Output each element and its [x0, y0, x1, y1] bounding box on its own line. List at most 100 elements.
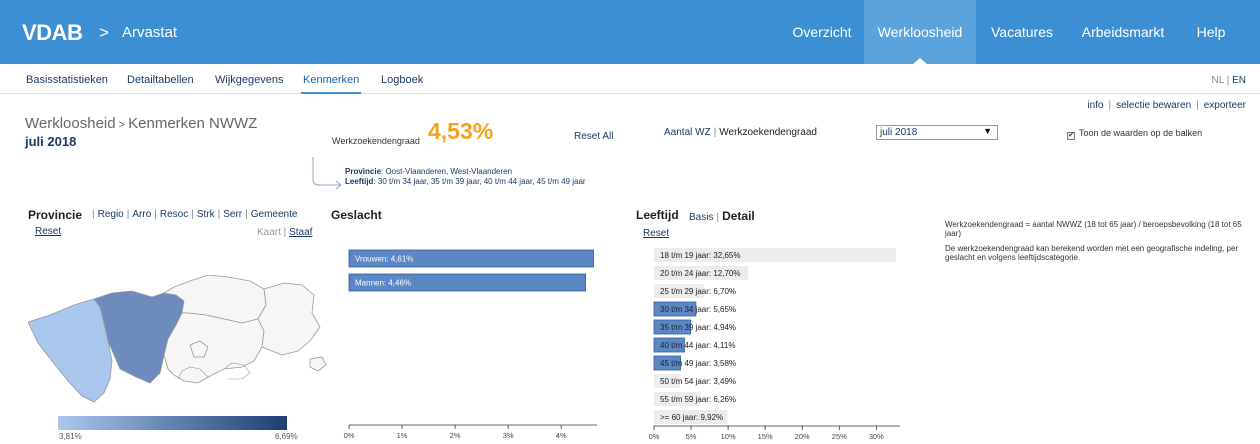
- geo-sep: |: [154, 209, 157, 220]
- kaart-link[interactable]: Kaart: [257, 227, 281, 238]
- link-separator: |: [1108, 100, 1112, 111]
- show-values-option[interactable]: ✔ Toon de waarden op de balken: [1067, 128, 1202, 140]
- leeftijd-basis-link[interactable]: Basis: [689, 212, 713, 223]
- geslacht-title: Geslacht: [331, 208, 382, 222]
- lang-nl[interactable]: NL: [1212, 75, 1224, 86]
- view-toggle: Kaart | Staaf: [257, 227, 312, 238]
- map-limburg[interactable]: [257, 282, 321, 356]
- reset-all-link[interactable]: Reset All: [574, 131, 613, 142]
- provincie-reset-link[interactable]: Reset: [35, 226, 61, 237]
- provincie-title: Provincie: [28, 208, 83, 222]
- page-title: Werkloosheid > Kenmerken NWWZ: [25, 115, 257, 132]
- subnav-basisstatistieken[interactable]: Basisstatistieken: [26, 74, 108, 86]
- nav-overzicht[interactable]: Overzicht: [780, 0, 864, 64]
- link-separator: |: [1196, 100, 1199, 111]
- filter-leeftijd: Leeftijd: 30 t/m 34 jaar, 35 t/m 39 jaar…: [345, 177, 586, 187]
- nav-arbeidsmarkt[interactable]: Arbeidsmarkt: [1068, 0, 1178, 64]
- info-link[interactable]: info: [1087, 100, 1103, 111]
- geo-sep: |: [245, 209, 248, 220]
- x-tick-label: 0%: [649, 432, 660, 440]
- period-select-value: juli 2018: [880, 127, 918, 138]
- staaf-link[interactable]: Staaf: [289, 227, 312, 238]
- leeftijd-title: Leeftijd: [636, 208, 679, 222]
- geo-resoc-link[interactable]: Resoc: [160, 209, 188, 220]
- geo-gemeente-link[interactable]: Gemeente: [251, 209, 298, 220]
- breadcrumb-separator: >: [99, 23, 109, 42]
- nav-werkloosheid-label: Werkloosheid: [877, 24, 963, 40]
- geo-sep: |: [191, 209, 194, 220]
- bar-label-2: 25 t/m 29 jaar: 6,70%: [660, 287, 736, 296]
- map-west-vlaanderen[interactable]: [28, 298, 113, 403]
- flanders-map: [28, 275, 327, 403]
- filter-provincie-value: : Oost-Vlaanderen, West-Vlaanderen: [381, 167, 513, 176]
- nav-werkloosheid[interactable]: Werkloosheid: [864, 0, 976, 65]
- bar-label-5: 40 t/m 44 jaar: 4,11%: [660, 341, 735, 350]
- geo-sep: |: [92, 209, 95, 220]
- show-values-label: Toon de waarden op de balken: [1079, 128, 1203, 138]
- wzg-value: 4,53%: [428, 118, 494, 144]
- filter-provincie-label: Provincie: [345, 167, 382, 176]
- aantal-wz-link[interactable]: Aantal WZ: [664, 127, 711, 138]
- bar-label-9: >= 60 jaar: 9,92%: [660, 413, 723, 422]
- nav-vacatures[interactable]: Vacatures: [976, 0, 1068, 64]
- description: Werkzoekendengraad = aantal NWWZ (18 tot…: [945, 220, 1245, 268]
- leeftijd-reset-link[interactable]: Reset: [643, 228, 669, 239]
- x-tick-label: 15%: [758, 432, 773, 440]
- bar-label-6: 45 t/m 49 jaar: 3,58%: [660, 359, 736, 368]
- wzg-link[interactable]: Werkzoekendengraad: [719, 127, 817, 138]
- legend-gradient: [58, 416, 287, 430]
- bar-label-1: 20 t/m 24 jaar: 12,70%: [660, 269, 741, 278]
- x-tick-label: 20%: [795, 432, 810, 440]
- view-sep: |: [280, 227, 290, 238]
- geo-arro-link[interactable]: Arro: [132, 209, 151, 220]
- legend-min-value: 3,81%: [59, 432, 82, 441]
- geo-strk-link[interactable]: Strk: [197, 209, 215, 220]
- chevron-down-icon: ▼: [983, 126, 992, 136]
- filter-arrow-icon: [312, 157, 342, 189]
- bar-label-1: Mannen: 4,46%: [355, 279, 411, 288]
- bar-label-3: 30 t/m 34 jaar: 5,65%: [660, 305, 736, 314]
- geo-sep: |: [217, 209, 221, 220]
- geo-regio-link[interactable]: Regio: [98, 209, 124, 220]
- bar-label-8: 55 t/m 59 jaar: 6,26%: [660, 395, 736, 404]
- bar-label-4: 35 t/m 39 jaar: 4,94%: [660, 323, 736, 332]
- save-selection-link[interactable]: selectie bewaren: [1116, 100, 1191, 111]
- map-vlaams-brabant[interactable]: [163, 312, 265, 384]
- export-link[interactable]: exporteer: [1204, 100, 1246, 111]
- breadcrumb-kenmerken: Kenmerken NWWZ: [128, 115, 258, 132]
- show-values-checkbox[interactable]: ✔: [1067, 132, 1075, 140]
- map-voeren[interactable]: [309, 356, 327, 372]
- active-filters: Provincie: Oost-Vlaanderen, West-Vlaande…: [345, 167, 586, 187]
- x-tick-label: 25%: [832, 432, 847, 440]
- leeftijd-detail-link[interactable]: Detail: [722, 209, 755, 223]
- app-name[interactable]: Arvastat: [122, 24, 177, 41]
- subnav-detailtabellen[interactable]: Detailtabellen: [127, 74, 194, 86]
- x-tick-label: 2%: [450, 431, 461, 440]
- x-tick-label: 3%: [503, 431, 514, 440]
- vdab-logo[interactable]: VDAB: [22, 20, 83, 46]
- lang-en[interactable]: EN: [1232, 75, 1246, 86]
- top-bar: VDAB > Arvastat Overzicht Werkloosheid V…: [0, 0, 1260, 65]
- action-links: info | selectie bewaren | exporteer: [1087, 100, 1246, 111]
- subnav-wijkgegevens[interactable]: Wijkgegevens: [215, 74, 283, 86]
- leeftijd-sep: |: [716, 212, 720, 223]
- bar-label-0: 18 t/m 19 jaar: 32,65%: [660, 251, 741, 260]
- period-select[interactable]: juli 2018 ▼: [876, 125, 998, 140]
- subnav-logboek[interactable]: Logboek: [381, 74, 423, 86]
- breadcrumb-werkloosheid: Werkloosheid: [25, 115, 116, 132]
- filter-leeftijd-label: Leeftijd: [345, 177, 374, 186]
- measure-toggle: Aantal WZ | Werkzoekendengraad: [664, 127, 817, 138]
- geo-serr-link[interactable]: Serr: [223, 209, 242, 220]
- geslacht-chart: Vrouwen: 4,61% Mannen: 4,46% 0% 1% 2% 3% 4%: [344, 249, 597, 440]
- x-tick-label: 5%: [686, 432, 697, 440]
- bar-label-7: 50 t/m 54 jaar: 3,49%: [660, 377, 736, 386]
- x-tick-label: 10%: [721, 432, 736, 440]
- page-period: juli 2018: [25, 134, 77, 149]
- description-info: De werkzoekendengraad kan berekend worde…: [945, 244, 1239, 262]
- language-switch: NL | EN: [1212, 75, 1247, 86]
- x-tick-label: 0%: [344, 431, 355, 440]
- breadcrumb-sep: >: [115, 119, 129, 131]
- leeftijd-mode-links: Basis | Detail: [689, 209, 755, 223]
- nav-help[interactable]: Help: [1178, 0, 1244, 64]
- subnav-kenmerken[interactable]: Kenmerken: [300, 74, 362, 94]
